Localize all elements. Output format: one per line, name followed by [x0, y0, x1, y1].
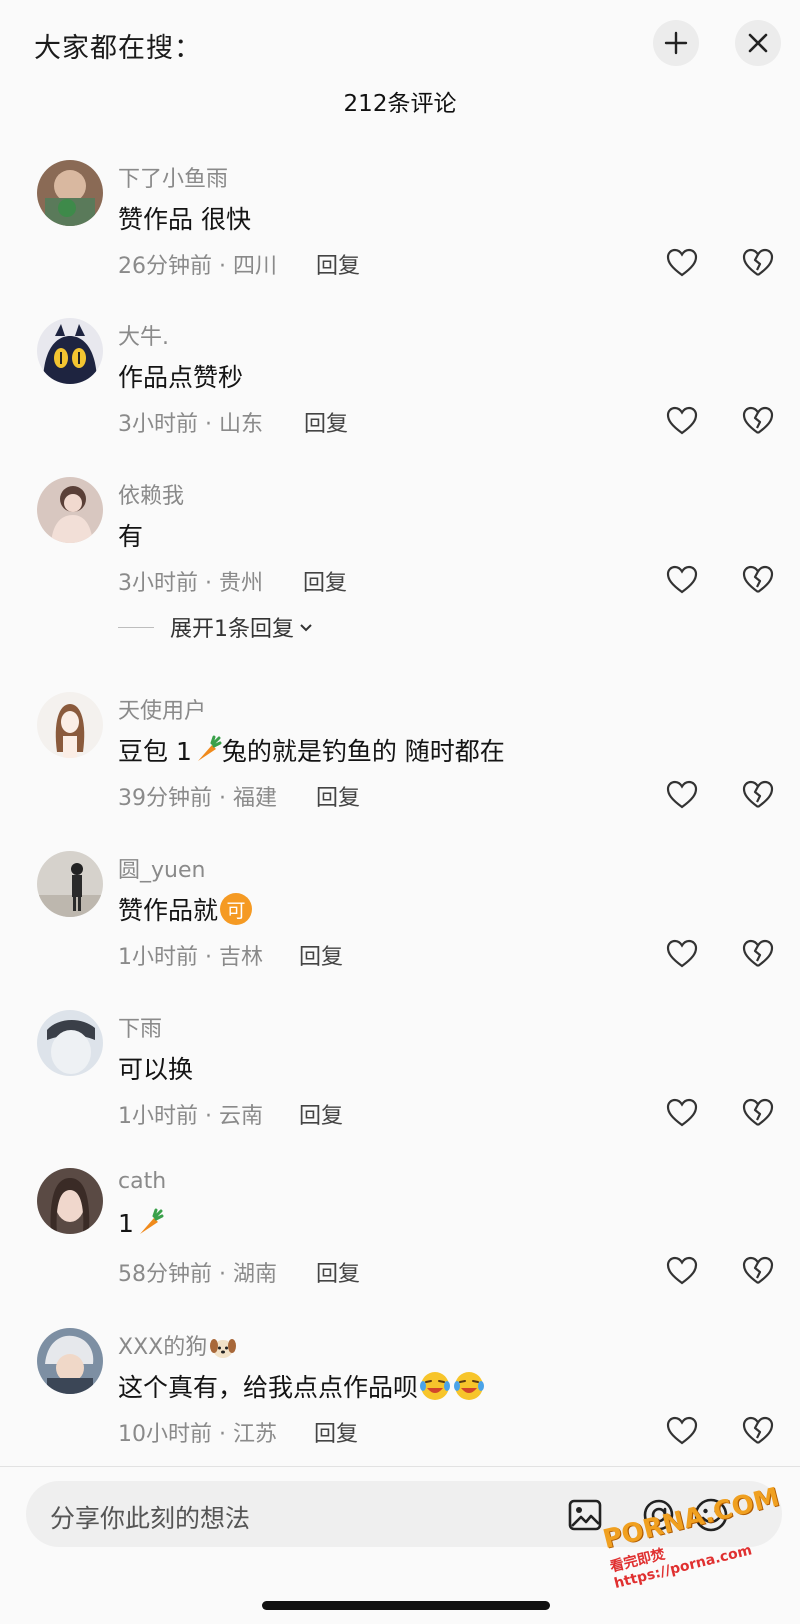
- comment-text: 可以换: [118, 1055, 194, 1084]
- laugh-cry-emoji-icon: [418, 1369, 452, 1403]
- heart-icon[interactable]: [665, 1254, 699, 1288]
- comment-text-part: 赞作品就: [118, 896, 219, 925]
- ke-badge-emoji-icon: 可: [220, 893, 253, 925]
- comment-meta: 3小时前 · 贵州: [118, 571, 263, 596]
- comment-username[interactable]: 依赖我: [118, 478, 184, 510]
- carrot-emoji-icon: [134, 1208, 164, 1238]
- avatar[interactable]: [37, 1010, 103, 1076]
- broken-heart-icon[interactable]: [741, 563, 775, 597]
- comment-text: 有: [118, 522, 144, 551]
- laugh-cry-emoji-icon: [452, 1369, 486, 1403]
- comment-username[interactable]: 天使用户: [118, 693, 206, 725]
- comment-meta: 58分钟前 · 湖南: [118, 1262, 277, 1287]
- dog-emoji-icon: [209, 1336, 237, 1360]
- broken-heart-icon[interactable]: [741, 404, 775, 438]
- reply-button[interactable]: 回复: [304, 406, 348, 438]
- avatar[interactable]: [37, 477, 103, 543]
- comment-item: 依赖我 有 3小时前 · 贵州 回复 展开1条回复: [0, 477, 800, 657]
- comment-item: 下了小鱼雨 赞作品 很快 26分钟前 · 四川 回复: [0, 160, 800, 290]
- comment-text-part: 1: [118, 1208, 134, 1238]
- comment-meta: 1小时前 · 吉林: [118, 945, 263, 970]
- reply-button[interactable]: 回复: [303, 565, 347, 597]
- comment-input-placeholder: 分享你此刻的想法: [50, 1504, 251, 1533]
- comment-meta: 39分钟前 · 福建: [118, 786, 277, 811]
- reply-button[interactable]: 回复: [299, 939, 343, 971]
- heart-icon[interactable]: [665, 778, 699, 812]
- heart-icon[interactable]: [665, 937, 699, 971]
- comment-item: cath 1 58分钟前 · 湖南 回复: [0, 1168, 800, 1298]
- close-button[interactable]: [735, 20, 781, 66]
- heart-icon[interactable]: [665, 404, 699, 438]
- comment-username[interactable]: 大牛.: [118, 319, 169, 351]
- comment-item: 天使用户 豆包 1 兔的就是钓鱼的 随时都在 39分钟前 · 福建 回复: [0, 692, 800, 822]
- expand-replies-label: 展开1条回复: [170, 617, 294, 642]
- comment-text: 这个真有，给我点点作品呗: [118, 1368, 486, 1404]
- image-icon[interactable]: [566, 1496, 604, 1534]
- reply-button[interactable]: 回复: [299, 1098, 343, 1130]
- reply-button[interactable]: 回复: [314, 1416, 358, 1448]
- expand-replies-button[interactable]: 展开1条回复: [118, 611, 315, 643]
- comment-username[interactable]: 下雨: [118, 1011, 162, 1043]
- comment-meta: 3小时前 · 山东: [118, 412, 263, 437]
- carrot-emoji-icon: [192, 735, 222, 765]
- comment-item: 大牛. 作品点赞秒 3小时前 · 山东 回复: [0, 318, 800, 448]
- comment-username-text[interactable]: XXX的狗: [118, 1335, 207, 1360]
- broken-heart-icon[interactable]: [741, 246, 775, 280]
- comment-text: 赞作品 很快: [118, 205, 251, 234]
- comment-username: XXX的狗: [118, 1329, 237, 1361]
- comment-item: 下雨 可以换 1小时前 · 云南 回复: [0, 1010, 800, 1140]
- comment-item: XXX的狗 这个真有，给我点点作品呗 10小时前 · 江苏 回复: [0, 1328, 800, 1458]
- comment-text: 1: [118, 1208, 164, 1238]
- heart-icon[interactable]: [665, 1096, 699, 1130]
- avatar[interactable]: [37, 692, 103, 758]
- comments-header: 大家都在搜： 212条评论: [0, 0, 800, 140]
- search-suggestions-label[interactable]: 大家都在搜：: [34, 26, 202, 65]
- avatar[interactable]: [37, 160, 103, 226]
- heart-icon[interactable]: [665, 563, 699, 597]
- broken-heart-icon[interactable]: [741, 1254, 775, 1288]
- heart-icon[interactable]: [665, 246, 699, 280]
- comment-text: 赞作品就 可: [118, 891, 253, 927]
- input-divider: [0, 1466, 800, 1467]
- avatar[interactable]: [37, 1328, 103, 1394]
- comment-text: 豆包 1 兔的就是钓鱼的 随时都在: [118, 732, 505, 768]
- heart-icon[interactable]: [665, 1414, 699, 1448]
- reply-button[interactable]: 回复: [316, 248, 360, 280]
- home-indicator[interactable]: [262, 1601, 550, 1610]
- broken-heart-icon[interactable]: [741, 1096, 775, 1130]
- broken-heart-icon[interactable]: [741, 937, 775, 971]
- comment-meta: 26分钟前 · 四川: [118, 254, 277, 279]
- comment-meta: 10小时前 · 江苏: [118, 1422, 277, 1447]
- avatar[interactable]: [37, 851, 103, 917]
- comment-text: 作品点赞秒: [118, 363, 244, 392]
- comment-count: 212条评论: [343, 91, 457, 117]
- comment-text-part: 兔的就是钓鱼的 随时都在: [221, 737, 505, 766]
- comment-username[interactable]: cath: [118, 1169, 166, 1194]
- broken-heart-icon[interactable]: [741, 778, 775, 812]
- close-icon: [748, 33, 768, 53]
- shrink-icon: [664, 31, 688, 55]
- avatar[interactable]: [37, 318, 103, 384]
- comment-item: 圆_yuen 赞作品就 可 1小时前 · 吉林 回复: [0, 851, 800, 981]
- comment-meta: 1小时前 · 云南: [118, 1104, 263, 1129]
- reply-button[interactable]: 回复: [316, 780, 360, 812]
- comment-username[interactable]: 圆_yuen: [118, 852, 205, 884]
- avatar[interactable]: [37, 1168, 103, 1234]
- expand-divider: [118, 626, 154, 628]
- chevron-down-icon: [300, 624, 312, 632]
- comment-text-part: 豆包 1: [118, 737, 192, 766]
- reply-button[interactable]: 回复: [316, 1256, 360, 1288]
- comment-username[interactable]: 下了小鱼雨: [118, 161, 228, 193]
- minimize-button[interactable]: [653, 20, 699, 66]
- broken-heart-icon[interactable]: [741, 1414, 775, 1448]
- comment-text-part: 这个真有，给我点点作品呗: [118, 1373, 419, 1402]
